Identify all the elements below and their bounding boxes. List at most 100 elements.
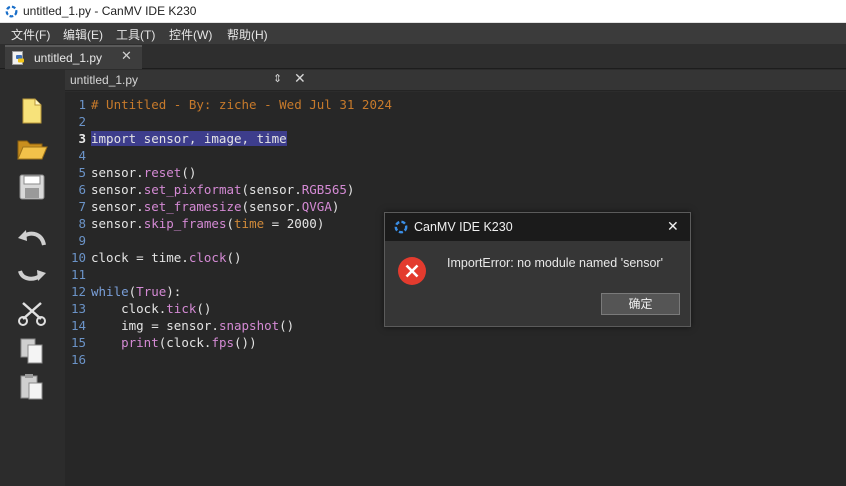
code-token: # Untitled - By: ziche - Wed Jul 31 2024 [91, 97, 393, 112]
document-switch-icon[interactable]: ⇕ [273, 72, 282, 85]
code-line[interactable]: # Untitled - By: ziche - Wed Jul 31 2024 [91, 96, 846, 113]
code-line[interactable]: sensor.reset() [91, 164, 846, 181]
code-token: fps [211, 335, 235, 350]
menu-help[interactable]: 帮助(H) [227, 26, 268, 43]
line-number: 12 [70, 284, 86, 299]
code-token: skip_frames [143, 216, 227, 231]
line-number: 14 [70, 318, 86, 333]
code-token: time [234, 216, 265, 231]
python-file-icon [12, 51, 24, 65]
ok-button[interactable]: 确定 [601, 293, 680, 315]
canmv-app-icon [5, 5, 18, 18]
code-token: ( [226, 216, 235, 231]
save-icon [19, 174, 45, 200]
error-dialog: CanMV IDE K230 ✕ ImportError: no module … [384, 212, 691, 327]
cut-button[interactable] [14, 296, 50, 330]
code-token: clock. [91, 301, 167, 316]
file-tab-untitled-1[interactable]: untitled_1.py ✕ [5, 45, 142, 69]
window-title: untitled_1.py - CanMV IDE K230 [23, 4, 197, 18]
tab-close-icon[interactable]: ✕ [121, 48, 132, 64]
code-token: snapshot [218, 318, 280, 333]
window-titlebar: untitled_1.py - CanMV IDE K230 [0, 0, 846, 23]
menu-bar: 文件(F) 编辑(E) 工具(T) 控件(W) 帮助(H) [0, 23, 846, 44]
line-number: 7 [78, 199, 86, 214]
cut-icon [18, 302, 46, 326]
dialog-title: CanMV IDE K230 [414, 220, 513, 234]
copy-icon [20, 338, 43, 364]
new-file-icon [22, 98, 42, 124]
line-number: 10 [70, 250, 86, 265]
code-token: img = sensor. [91, 318, 219, 333]
code-token: import sensor, image, time [91, 131, 287, 146]
code-token: ) [316, 216, 325, 231]
error-icon [398, 257, 426, 285]
undo-button[interactable] [14, 220, 50, 254]
paste-icon [20, 374, 43, 400]
left-toolbar [0, 70, 65, 486]
code-token: ()) [234, 335, 257, 350]
line-number: 5 [78, 165, 86, 180]
code-token: 2000 [286, 216, 317, 231]
code-token: set_pixformat [143, 182, 242, 197]
file-tab-strip: untitled_1.py ✕ [0, 44, 846, 69]
code-token: () [196, 301, 212, 316]
dialog-close-icon[interactable]: ✕ [667, 218, 679, 235]
document-name: untitled_1.py [70, 73, 139, 87]
code-token: () [279, 318, 295, 333]
save-button[interactable] [14, 170, 50, 204]
code-token: (sensor. [241, 199, 302, 214]
file-tab-label: untitled_1.py [34, 51, 103, 65]
code-token: (sensor. [241, 182, 302, 197]
menu-widgets[interactable]: 控件(W) [169, 26, 212, 43]
open-file-button[interactable] [14, 132, 50, 166]
code-token: reset [143, 165, 182, 180]
code-token: clock = time. [91, 250, 189, 265]
code-token: sensor. [91, 165, 144, 180]
code-token: sensor. [91, 182, 144, 197]
code-token: ) [346, 182, 355, 197]
canmv-app-icon [394, 220, 408, 234]
menu-edit[interactable]: 编辑(E) [63, 26, 103, 43]
line-number: 1 [78, 97, 86, 112]
code-line[interactable] [91, 351, 846, 368]
paste-button[interactable] [14, 370, 50, 404]
code-token: clock [188, 250, 227, 265]
new-file-button[interactable] [14, 94, 50, 128]
open-folder-icon [17, 140, 48, 160]
line-number: 15 [70, 335, 86, 350]
line-number: 9 [78, 233, 86, 248]
code-line[interactable]: sensor.set_pixformat(sensor.RGB565) [91, 181, 846, 198]
code-token: RGB565 [301, 182, 347, 197]
code-token: QVGA [301, 199, 332, 214]
code-token: () [181, 165, 197, 180]
line-number: 8 [78, 216, 86, 231]
line-number-gutter: 1 2 3 4 5 6 7 8 9 10 11 12 13 14 15 16 [65, 96, 89, 368]
code-token: ) [331, 199, 340, 214]
menu-file[interactable]: 文件(F) [11, 26, 50, 43]
code-token: sensor. [91, 199, 144, 214]
dialog-titlebar: CanMV IDE K230 ✕ [385, 213, 690, 241]
code-line[interactable]: import sensor, image, time [91, 130, 846, 147]
code-token: set_framesize [143, 199, 242, 214]
redo-button[interactable] [14, 256, 50, 290]
line-number: 3 [78, 131, 86, 146]
editor-document-bar: untitled_1.py ⇕ ✕ [65, 70, 846, 91]
code-token: = [264, 216, 287, 231]
redo-icon [18, 270, 46, 281]
line-number: 2 [78, 114, 86, 129]
menu-tools[interactable]: 工具(T) [116, 26, 155, 43]
code-token: (clock. [158, 335, 212, 350]
code-token: sensor. [91, 216, 144, 231]
line-number: 13 [70, 301, 86, 316]
code-line[interactable] [91, 113, 846, 130]
code-line[interactable] [91, 147, 846, 164]
code-token: ): [166, 284, 182, 299]
document-close-icon[interactable]: ✕ [294, 70, 306, 87]
code-token: tick [166, 301, 197, 316]
code-line[interactable]: print(clock.fps()) [91, 334, 846, 351]
code-token: True [136, 284, 167, 299]
copy-button[interactable] [14, 334, 50, 368]
line-number: 4 [78, 148, 86, 163]
line-number: 11 [70, 267, 86, 282]
